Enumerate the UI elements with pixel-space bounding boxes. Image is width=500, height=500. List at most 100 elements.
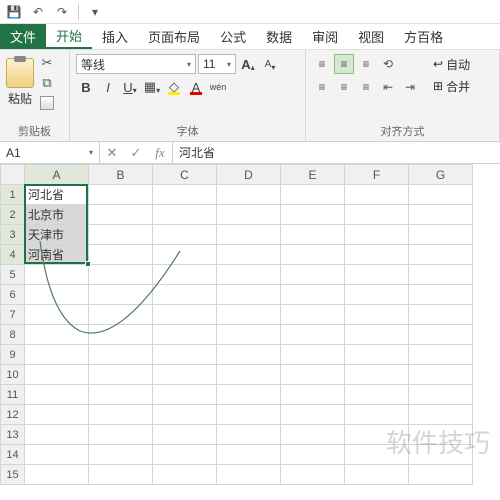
- cell-D9[interactable]: [217, 345, 281, 365]
- cell-F11[interactable]: [345, 385, 409, 405]
- align-left-button[interactable]: ≡: [312, 77, 332, 97]
- cell-G14[interactable]: [409, 445, 473, 465]
- cell-E9[interactable]: [281, 345, 345, 365]
- underline-button[interactable]: U▾: [120, 77, 140, 97]
- cell-A7[interactable]: [25, 305, 89, 325]
- cell-B11[interactable]: [89, 385, 153, 405]
- row-header-5[interactable]: 5: [1, 265, 25, 285]
- cell-D13[interactable]: [217, 425, 281, 445]
- cell-C8[interactable]: [153, 325, 217, 345]
- fill-handle[interactable]: [85, 261, 91, 267]
- cell-G9[interactable]: [409, 345, 473, 365]
- cell-G7[interactable]: [409, 305, 473, 325]
- row-header-7[interactable]: 7: [1, 305, 25, 325]
- cell-B1[interactable]: [89, 185, 153, 205]
- cell-B9[interactable]: [89, 345, 153, 365]
- row-header-12[interactable]: 12: [1, 405, 25, 425]
- column-header-C[interactable]: C: [153, 165, 217, 185]
- row-header-9[interactable]: 9: [1, 345, 25, 365]
- cell-F13[interactable]: [345, 425, 409, 445]
- cell-D10[interactable]: [217, 365, 281, 385]
- align-middle-button[interactable]: ≡: [334, 54, 354, 74]
- cell-A6[interactable]: [25, 285, 89, 305]
- align-right-button[interactable]: ≡: [356, 77, 376, 97]
- fx-icon[interactable]: fx: [148, 145, 172, 161]
- cell-C14[interactable]: [153, 445, 217, 465]
- row-header-11[interactable]: 11: [1, 385, 25, 405]
- cell-G15[interactable]: [409, 465, 473, 485]
- cell-G4[interactable]: [409, 245, 473, 265]
- indent-decrease-button[interactable]: ⇤: [378, 77, 398, 97]
- tab-file[interactable]: 文件: [0, 24, 46, 49]
- cell-C12[interactable]: [153, 405, 217, 425]
- tab-formulas[interactable]: 公式: [210, 24, 256, 49]
- cell-A9[interactable]: [25, 345, 89, 365]
- row-header-13[interactable]: 13: [1, 425, 25, 445]
- cell-E14[interactable]: [281, 445, 345, 465]
- tab-review[interactable]: 审阅: [302, 24, 348, 49]
- cell-C1[interactable]: [153, 185, 217, 205]
- cell-C2[interactable]: [153, 205, 217, 225]
- row-header-3[interactable]: 3: [1, 225, 25, 245]
- cell-B3[interactable]: [89, 225, 153, 245]
- cell-B13[interactable]: [89, 425, 153, 445]
- confirm-formula-button[interactable]: ✓: [124, 145, 148, 161]
- cell-F14[interactable]: [345, 445, 409, 465]
- cell-F7[interactable]: [345, 305, 409, 325]
- cell-F12[interactable]: [345, 405, 409, 425]
- phonetic-button[interactable]: wén: [208, 77, 228, 97]
- cell-D4[interactable]: [217, 245, 281, 265]
- cell-G12[interactable]: [409, 405, 473, 425]
- column-header-A[interactable]: A: [25, 165, 89, 185]
- cell-F10[interactable]: [345, 365, 409, 385]
- qat-more-icon[interactable]: ▾: [85, 2, 105, 22]
- wrap-text-button[interactable]: ↩ 自动: [430, 54, 473, 74]
- cell-E12[interactable]: [281, 405, 345, 425]
- cell-D12[interactable]: [217, 405, 281, 425]
- row-header-14[interactable]: 14: [1, 445, 25, 465]
- cell-A15[interactable]: [25, 465, 89, 485]
- cell-E8[interactable]: [281, 325, 345, 345]
- cell-B5[interactable]: [89, 265, 153, 285]
- cell-D15[interactable]: [217, 465, 281, 485]
- tab-page-layout[interactable]: 页面布局: [138, 24, 210, 49]
- cell-E5[interactable]: [281, 265, 345, 285]
- cell-A4[interactable]: 河南省: [25, 245, 89, 265]
- cell-D14[interactable]: [217, 445, 281, 465]
- cell-A12[interactable]: [25, 405, 89, 425]
- cell-G3[interactable]: [409, 225, 473, 245]
- indent-increase-button[interactable]: ⇥: [400, 77, 420, 97]
- cell-D2[interactable]: [217, 205, 281, 225]
- cell-B2[interactable]: [89, 205, 153, 225]
- font-size-combo[interactable]: 11 ▾: [198, 54, 236, 74]
- cell-D5[interactable]: [217, 265, 281, 285]
- border-button[interactable]: ▦▾: [142, 77, 162, 97]
- cell-D1[interactable]: [217, 185, 281, 205]
- column-header-B[interactable]: B: [89, 165, 153, 185]
- cell-B7[interactable]: [89, 305, 153, 325]
- cell-F3[interactable]: [345, 225, 409, 245]
- tab-data[interactable]: 数据: [256, 24, 302, 49]
- cell-G11[interactable]: [409, 385, 473, 405]
- paste-button[interactable]: 粘贴: [6, 54, 34, 121]
- cell-B8[interactable]: [89, 325, 153, 345]
- cell-E13[interactable]: [281, 425, 345, 445]
- tab-view[interactable]: 视图: [348, 24, 394, 49]
- cell-C3[interactable]: [153, 225, 217, 245]
- row-header-2[interactable]: 2: [1, 205, 25, 225]
- redo-icon[interactable]: ↷: [52, 2, 72, 22]
- cell-F6[interactable]: [345, 285, 409, 305]
- cell-B6[interactable]: [89, 285, 153, 305]
- cell-C4[interactable]: [153, 245, 217, 265]
- cell-E11[interactable]: [281, 385, 345, 405]
- row-header-10[interactable]: 10: [1, 365, 25, 385]
- cell-E4[interactable]: [281, 245, 345, 265]
- cell-C7[interactable]: [153, 305, 217, 325]
- column-header-F[interactable]: F: [345, 165, 409, 185]
- cell-A3[interactable]: 天津市: [25, 225, 89, 245]
- tab-home[interactable]: 开始: [46, 24, 92, 49]
- format-painter-icon[interactable]: [38, 94, 56, 112]
- cell-G5[interactable]: [409, 265, 473, 285]
- cell-E10[interactable]: [281, 365, 345, 385]
- copy-icon[interactable]: ⧉: [38, 74, 56, 92]
